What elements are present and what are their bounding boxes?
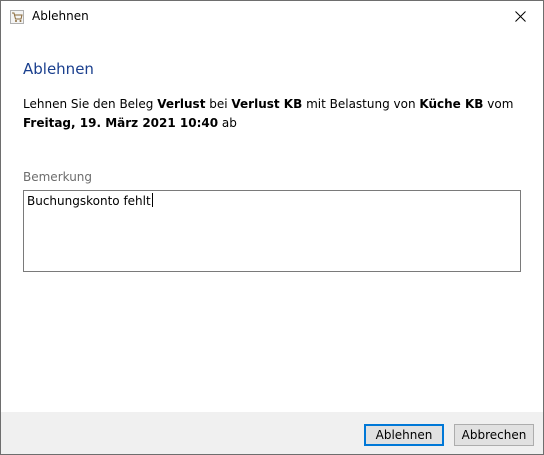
text-caret — [151, 193, 153, 207]
button-bar: Ablehnen Abbrechen — [1, 412, 543, 454]
message-document-type: Verlust — [157, 97, 206, 111]
remark-value: Buchungskonto fehlt — [27, 194, 151, 208]
remark-textarea[interactable]: Buchungskonto fehlt — [23, 190, 521, 272]
dialog-heading: Ablehnen — [23, 60, 94, 78]
message-text: mit Belastung von — [302, 97, 420, 111]
close-icon — [514, 7, 526, 26]
message-account: Verlust KB — [231, 97, 303, 111]
dialog-message: Lehnen Sie den Beleg Verlust bei Verlust… — [23, 95, 523, 133]
window-title: Ablehnen — [32, 9, 89, 23]
dialog-window: Ablehnen Ablehnen Lehnen Sie den Beleg V… — [0, 0, 544, 455]
message-text: Lehnen Sie den Beleg — [23, 97, 158, 111]
title-bar: Ablehnen — [1, 1, 543, 31]
cart-icon — [10, 9, 24, 24]
cancel-button[interactable]: Abbrechen — [454, 424, 534, 446]
message-text: vom — [483, 97, 514, 111]
message-text: ab — [218, 116, 237, 130]
dialog-content: Ablehnen Lehnen Sie den Beleg Verlust be… — [1, 31, 543, 412]
close-button[interactable] — [497, 1, 543, 31]
message-date: Freitag, 19. März 2021 10:40 — [23, 116, 219, 130]
message-text: bei — [205, 97, 232, 111]
reject-button[interactable]: Ablehnen — [364, 424, 444, 446]
message-charged-account: Küche KB — [419, 97, 484, 111]
remark-label: Bemerkung — [23, 170, 93, 184]
